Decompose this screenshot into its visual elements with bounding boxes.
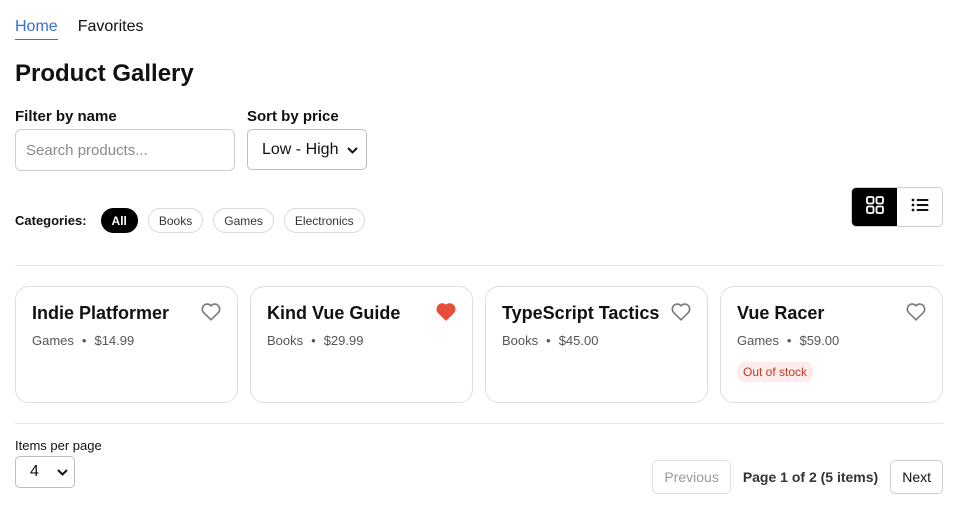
category-filter: Categories: All Books Games Electronics — [15, 208, 365, 233]
sort-select-value: Low - High — [262, 140, 339, 158]
product-price: $59.00 — [799, 333, 840, 348]
product-price: $45.00 — [558, 333, 599, 348]
product-card[interactable]: Indie Platformer Games • $14.99 — [15, 286, 238, 403]
heart-filled-icon[interactable] — [436, 303, 456, 326]
product-card[interactable]: TypeScript Tactics Books • $45.00 — [485, 286, 708, 403]
product-meta: Books • $29.99 — [267, 333, 456, 348]
product-meta: Games • $59.00 — [737, 333, 926, 348]
product-category: Books — [267, 333, 304, 348]
product-card[interactable]: Kind Vue Guide Books • $29.99 — [250, 286, 473, 403]
chevron-down-icon — [347, 143, 358, 157]
meta-separator: • — [311, 333, 316, 348]
page-title: Product Gallery — [15, 60, 194, 87]
items-per-page-select[interactable]: 4 — [15, 456, 75, 488]
sort-group: Sort by price Low - High — [247, 108, 367, 170]
items-per-page-value: 4 — [30, 463, 39, 480]
category-chip-all[interactable]: All — [100, 208, 138, 233]
sort-label: Sort by price — [247, 108, 339, 125]
footer-divider — [15, 423, 943, 424]
list-view-button[interactable] — [897, 188, 942, 226]
product-price: $14.99 — [94, 333, 135, 348]
categories-label: Categories: — [15, 213, 87, 228]
grid-view-button[interactable] — [852, 188, 897, 226]
filter-label: Filter by name — [15, 108, 117, 125]
items-per-page-group: Items per page 4 — [15, 438, 102, 488]
list-icon — [911, 197, 929, 218]
product-meta: Games • $14.99 — [32, 333, 221, 348]
nav-home-link[interactable]: Home — [15, 18, 58, 40]
previous-page-button[interactable]: Previous — [652, 460, 731, 494]
search-input[interactable] — [15, 129, 235, 171]
category-chip-books[interactable]: Books — [147, 208, 204, 233]
product-name: Kind Vue Guide — [267, 303, 401, 323]
page-info: Page 1 of 2 (5 items) — [742, 469, 879, 485]
filter-group: Filter by name — [15, 108, 235, 171]
sort-select[interactable]: Low - High — [247, 129, 367, 170]
meta-separator: • — [786, 333, 792, 348]
meta-separator: • — [546, 333, 551, 348]
product-meta: Books • $45.00 — [502, 333, 691, 348]
next-page-button[interactable]: Next — [890, 460, 943, 494]
heart-outline-icon[interactable] — [906, 303, 926, 326]
category-chip-games[interactable]: Games — [213, 208, 274, 233]
product-card[interactable]: Vue Racer Games • $59.00 Out of stock — [720, 286, 943, 403]
items-per-page-label: Items per page — [15, 438, 102, 453]
out-of-stock-badge: Out of stock — [737, 362, 814, 382]
section-divider — [15, 265, 943, 266]
nav-favorites-link[interactable]: Favorites — [78, 18, 144, 40]
heart-outline-icon[interactable] — [671, 303, 691, 326]
category-chip-electronics[interactable]: Electronics — [283, 208, 365, 233]
product-category: Games — [32, 333, 74, 348]
product-category: Books — [502, 333, 539, 348]
pagination: Previous Page 1 of 2 (5 items) Next — [652, 460, 943, 494]
product-name: Indie Platformer — [32, 303, 170, 323]
product-price: $29.99 — [323, 333, 364, 348]
product-category: Games — [737, 333, 779, 348]
product-name: Vue Racer — [737, 303, 825, 323]
heart-outline-icon[interactable] — [201, 303, 221, 326]
meta-separator: • — [81, 333, 87, 348]
grid-icon — [865, 195, 884, 219]
top-nav: Home Favorites — [15, 18, 143, 40]
view-toggle — [851, 187, 943, 227]
chevron-down-icon — [57, 465, 68, 479]
product-name: TypeScript Tactics — [502, 303, 660, 323]
product-grid: Indie Platformer Games • $14.99 Kind Vue… — [15, 286, 943, 403]
